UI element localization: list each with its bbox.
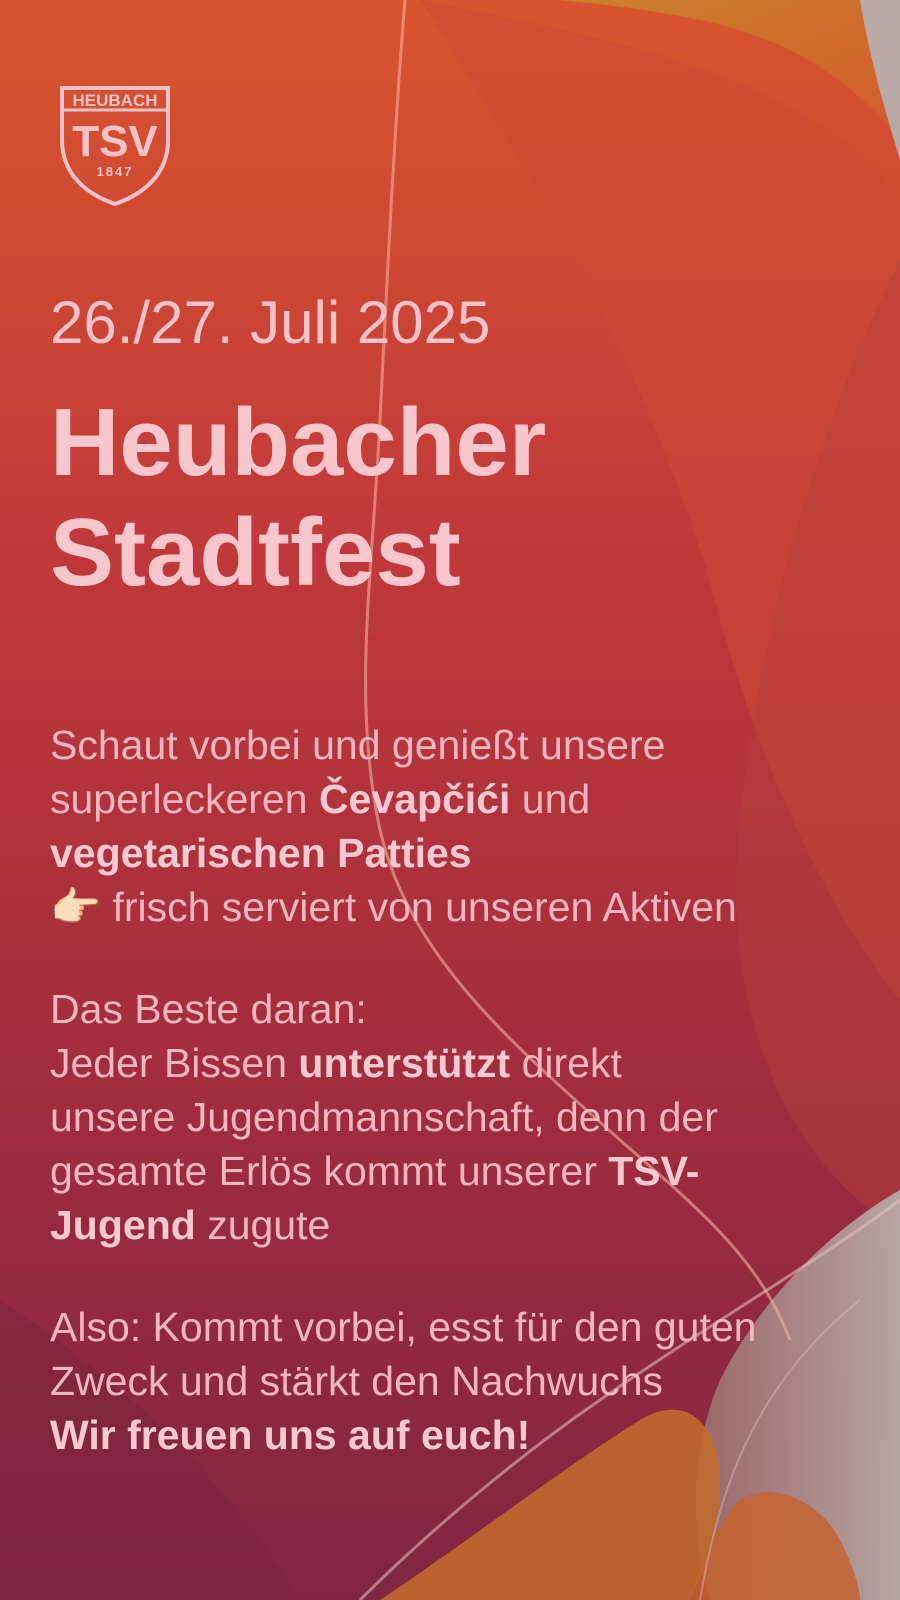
p2-line-2-a: Jeder Bissen — [50, 1040, 299, 1086]
p2-line-5-b: zugute — [195, 1202, 331, 1248]
logo-year: 1847 — [97, 164, 134, 179]
title-line-2: Stadtfest — [50, 499, 461, 606]
pointing-hand-icon: 👉🏻 — [50, 884, 102, 930]
p1-line-2: superleckeren Čevapčići und — [50, 772, 850, 826]
p2-line-4-a: gesamte Erlös kommt unserer — [50, 1148, 609, 1194]
paragraph-food: Schaut vorbei und genießt unsere superle… — [50, 718, 850, 934]
p1-line-3: vegetarischen Patties — [50, 826, 850, 880]
p1-line-4-text: frisch serviert von unseren Aktiven — [101, 884, 737, 930]
closing-highlight: Wir freuen uns auf euch! — [50, 1412, 531, 1458]
paragraph-invite: Also: Kommt vorbei, esst für den guten Z… — [50, 1300, 850, 1462]
p2-line-1: Das Beste daran: — [50, 986, 367, 1032]
p3-line-2: Zweck und stärkt den Nachwuchs — [50, 1358, 663, 1404]
event-date: 26./27. Juli 2025 — [50, 289, 491, 356]
event-title: Heubacher Stadtfest — [50, 388, 546, 608]
patties-highlight: vegetarischen Patties — [50, 830, 472, 876]
tsv-heubach-logo: HEUBACH TSV 1847 — [60, 86, 170, 207]
cevapcici-highlight: Čevapčići — [318, 776, 511, 822]
p2-line-5: Jugend zugute — [50, 1198, 850, 1252]
p1-line-2-a: superleckeren — [50, 776, 319, 822]
p1-line-1: Schaut vorbei und genießt unsere — [50, 722, 666, 768]
jugend-highlight: Jugend — [50, 1202, 196, 1248]
tsv-highlight: TSV- — [608, 1148, 700, 1194]
title-line-1: Heubacher — [50, 389, 547, 496]
p1-line-2-c: und — [510, 776, 591, 822]
p2-line-4: gesamte Erlös kommt unserer TSV- — [50, 1144, 850, 1198]
p3-line-1: Also: Kommt vorbei, esst für den guten — [50, 1304, 757, 1350]
logo-top-text: HEUBACH — [73, 91, 158, 110]
logo-letters: TSV — [72, 117, 158, 166]
p2-line-2-c: direkt — [510, 1040, 622, 1086]
p2-line-3: unsere Jugendmannschaft, denn der — [50, 1094, 718, 1140]
unterstuetzt-highlight: unterstützt — [298, 1040, 511, 1086]
p1-line-4: 👉🏻 frisch serviert von unseren Aktiven — [50, 880, 850, 934]
p2-line-2: Jeder Bissen unterstützt direkt — [50, 1036, 850, 1090]
p3-line-3: Wir freuen uns auf euch! — [50, 1408, 850, 1462]
paragraph-support: Das Beste daran: Jeder Bissen unterstütz… — [50, 982, 850, 1252]
